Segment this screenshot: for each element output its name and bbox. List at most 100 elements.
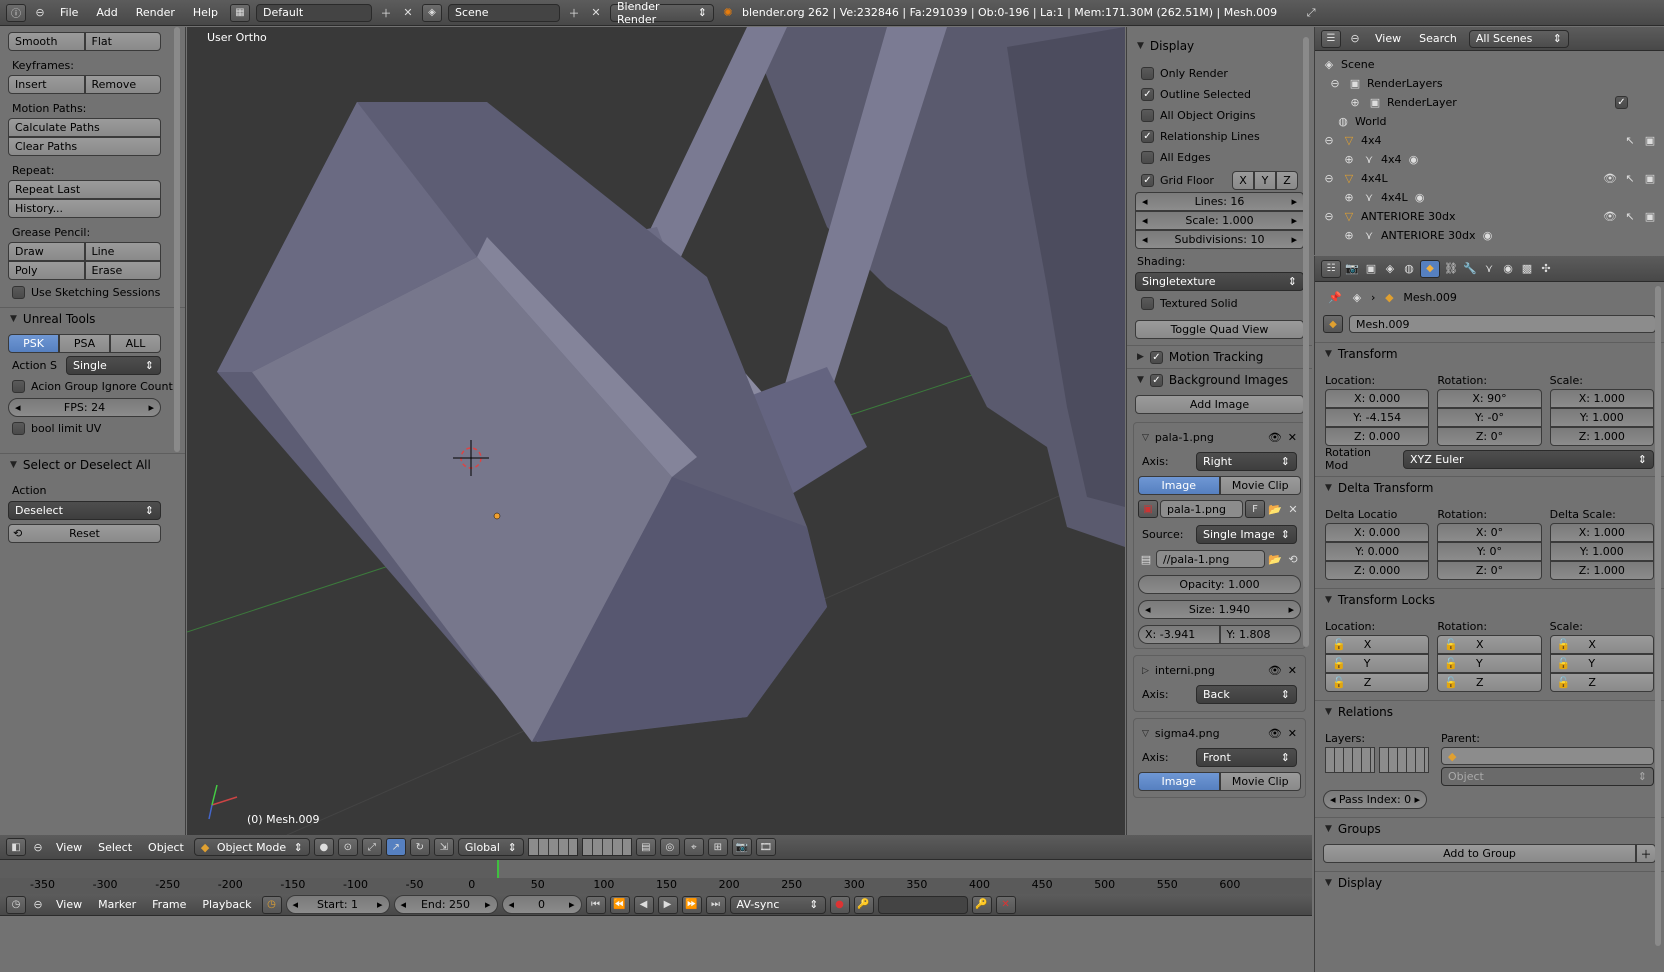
outline-selected-checkbox[interactable]: ✓ (1141, 88, 1154, 101)
bg1-movie-clip-tab[interactable]: Movie Clip (1219, 476, 1301, 495)
render-tab-icon[interactable]: 📷 (1344, 261, 1360, 277)
collapse-menu-icon[interactable]: ⊖ (1347, 31, 1363, 47)
screen-layout-icon[interactable]: ▦ (229, 3, 250, 22)
scene-field[interactable]: Scene (447, 3, 560, 22)
layer-buttons-2[interactable] (581, 838, 632, 856)
timeline-marker-menu[interactable]: Marker (92, 898, 142, 911)
toolshelf-scrollbar[interactable] (174, 27, 180, 452)
preview-range-icon[interactable]: ◷ (261, 895, 282, 914)
all-edges-row[interactable]: All Edges (1127, 147, 1312, 168)
bg1-image-tab[interactable]: Image (1138, 476, 1220, 495)
parent-field[interactable]: ◆ (1441, 747, 1654, 765)
open-folder-icon[interactable]: 📂 (1267, 501, 1283, 517)
screen-layout-field[interactable]: Default (255, 3, 372, 22)
translate-manipulator-icon[interactable]: ↗ (385, 838, 406, 856)
expanded-triangle-icon[interactable]: ▽ (1142, 729, 1149, 739)
render-layer-enabled-checkbox[interactable]: ✓ (1615, 96, 1628, 109)
location-z-field[interactable]: Z: 0.000 (1325, 427, 1430, 446)
decrement-arrow-icon[interactable]: ◂ (1330, 793, 1336, 806)
object-tab-icon[interactable]: ◆ (1420, 259, 1440, 278)
editor-type-info-icon[interactable]: ⓘ (6, 3, 26, 22)
menu-render[interactable]: Render (130, 6, 181, 19)
use-sketching-checkbox[interactable] (12, 286, 25, 299)
eye-icon[interactable]: 👁 (1268, 727, 1282, 740)
relations-header[interactable]: ▼ Relations (1315, 700, 1664, 723)
grid-subdivisions-field[interactable]: ◂ Subdivisions: 10 ▸ (1135, 230, 1304, 249)
rotation-mode-select[interactable]: XYZ Euler ⇕ (1403, 449, 1654, 469)
menu-file[interactable]: File (54, 6, 84, 19)
grid-lines-field[interactable]: ◂ Lines: 16 ▸ (1135, 192, 1304, 211)
timeline-playback-menu[interactable]: Playback (196, 898, 257, 911)
expand-icon[interactable]: ⊕ (1347, 95, 1363, 111)
display-panel-header[interactable]: ▼ Display (1127, 27, 1312, 57)
close-icon[interactable]: ✕ (1288, 431, 1297, 444)
mesh-data-tab-icon[interactable]: ⋎ (1481, 261, 1497, 277)
repeat-last-button[interactable]: Repeat Last (8, 180, 161, 199)
collapse-menu-icon[interactable]: ⊖ (30, 897, 46, 913)
increment-arrow-icon[interactable]: ▸ (1291, 195, 1297, 208)
add-layout-icon[interactable]: ＋ (378, 5, 394, 21)
erase-button[interactable]: Erase (84, 261, 161, 280)
all-edges-checkbox[interactable] (1141, 151, 1154, 164)
bg3-image-tab[interactable]: Image (1138, 772, 1220, 791)
expand-icon[interactable]: ⊕ (1341, 190, 1357, 206)
pin-icon[interactable]: 📌 (1327, 289, 1343, 305)
lock-scale-x[interactable]: 🔓 X (1549, 635, 1654, 654)
decrement-arrow-icon[interactable]: ◂ (1142, 195, 1148, 208)
tree-item-anteriore-mesh[interactable]: ⊕ ⋎ ANTERIORE 30dx ◉ (1321, 226, 1658, 245)
delta-location-z-field[interactable]: Z: 0.000 (1325, 561, 1430, 580)
collapsed-triangle-icon[interactable]: ▷ (1142, 666, 1149, 676)
play-icon[interactable]: ▶ (657, 895, 678, 914)
bg1-source-select[interactable]: Single Image ⇕ (1196, 524, 1297, 544)
lock-scale-y[interactable]: 🔓 Y (1549, 654, 1654, 673)
sync-mode-select[interactable]: AV-sync ⇕ (729, 895, 826, 914)
lock-rotation-x[interactable]: 🔓 X (1437, 635, 1542, 654)
unreal-tools-header[interactable]: ▼ Unreal Tools (0, 307, 185, 330)
object-name-field[interactable]: Mesh.009 (1349, 315, 1656, 333)
decrement-arrow-icon[interactable]: ◂ (15, 401, 21, 414)
motion-tracking-checkbox[interactable]: ✓ (1149, 350, 1163, 364)
properties-scrollbar[interactable] (1655, 286, 1661, 946)
use-sketching-row[interactable]: Use Sketching Sessions (0, 282, 185, 303)
viewport-select-menu[interactable]: Select (92, 841, 138, 854)
lock-location-z[interactable]: 🔓 Z (1325, 673, 1430, 692)
decrement-arrow-icon[interactable]: ◂ (1142, 233, 1148, 246)
increment-arrow-icon[interactable]: ▸ (377, 898, 383, 911)
all-origins-row[interactable]: All Object Origins (1127, 105, 1312, 126)
viewport-view-menu[interactable]: View (50, 841, 88, 854)
scene-icon[interactable]: ◈ (421, 3, 442, 22)
open-folder-icon[interactable]: 📂 (1267, 551, 1283, 567)
add-to-group-button[interactable]: Add to Group (1323, 844, 1636, 863)
restrict-render-icon[interactable]: ▣ (1642, 133, 1658, 149)
only-render-checkbox[interactable] (1141, 67, 1154, 80)
relationship-lines-checkbox[interactable]: ✓ (1141, 130, 1154, 143)
scale-z-field[interactable]: Z: 1.000 (1549, 427, 1654, 446)
psa-button[interactable]: PSA (59, 334, 110, 353)
visibility-eye-icon[interactable]: 👁 (1602, 171, 1618, 187)
motion-tracking-header[interactable]: ▶ ✓ Motion Tracking (1127, 345, 1312, 368)
transform-header[interactable]: ▼ Transform (1315, 342, 1664, 365)
delete-keyframe-icon[interactable]: ✕ (995, 895, 1016, 914)
remove-scene-icon[interactable]: ✕ (588, 5, 604, 21)
calculate-paths-button[interactable]: Calculate Paths (8, 118, 161, 137)
delta-rotation-z-field[interactable]: Z: 0° (1437, 561, 1542, 580)
auto-keying-record-icon[interactable]: ● (829, 895, 850, 914)
parent-type-select[interactable]: Object ⇕ (1441, 767, 1654, 786)
layer-grid[interactable] (1325, 747, 1429, 773)
clear-paths-button[interactable]: Clear Paths (8, 137, 161, 156)
fake-user-button[interactable]: F (1245, 500, 1265, 518)
expanded-triangle-icon[interactable]: ▽ (1142, 433, 1149, 443)
layer-block-2[interactable] (1379, 747, 1429, 773)
flat-button[interactable]: Flat (84, 32, 161, 51)
relationship-lines-row[interactable]: ✓ Relationship Lines (1127, 126, 1312, 147)
poly-button[interactable]: Poly (8, 261, 85, 280)
outliner-view-menu[interactable]: View (1369, 32, 1407, 45)
scale-x-field[interactable]: X: 1.000 (1549, 389, 1654, 408)
transform-orientation-select[interactable]: Global ⇕ (457, 838, 524, 856)
delta-transform-header[interactable]: ▼ Delta Transform (1315, 476, 1664, 499)
tree-item-world[interactable]: ◍ World (1321, 112, 1658, 131)
snap-icon[interactable]: ⌖ (683, 838, 704, 856)
bg1-path-field[interactable]: //pala-1.png (1156, 550, 1265, 568)
tree-item-4x4l[interactable]: ⊖ ▽ 4x4L 👁 ↖ ▣ (1321, 169, 1658, 188)
visibility-eye-icon[interactable]: 👁 (1602, 209, 1618, 225)
